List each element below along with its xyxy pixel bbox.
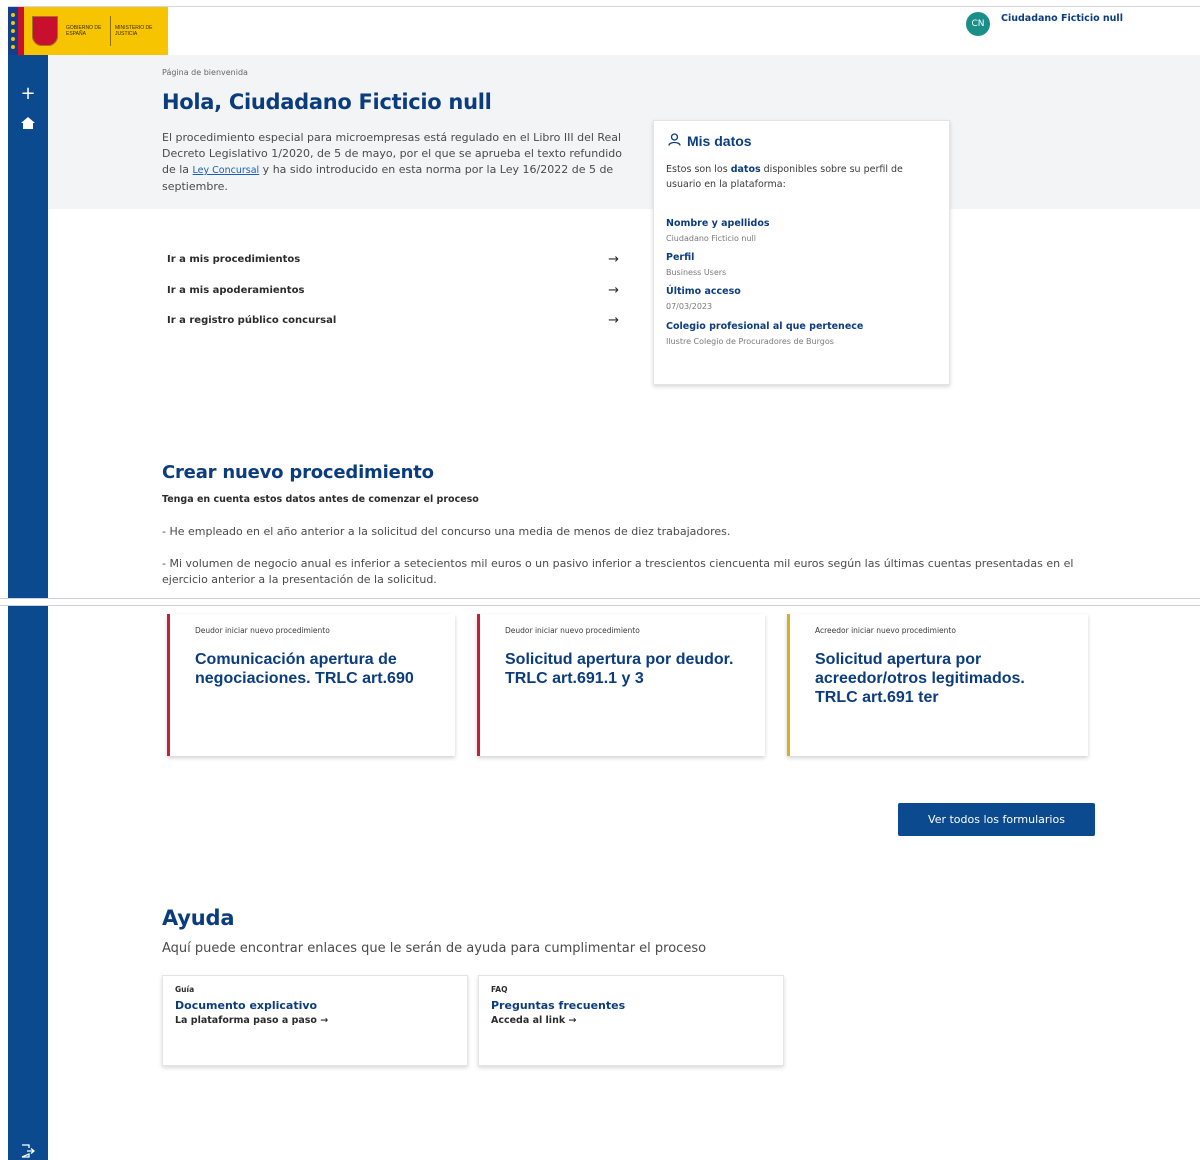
proc-card-comunicacion[interactable]: Deudor iniciar nuevo procedimiento Comun…	[167, 614, 455, 756]
link-label: Ir a mis apoderamientos	[167, 284, 305, 296]
user-icon	[668, 131, 681, 150]
field-value-ultimo-acceso: 07/03/2023	[666, 302, 713, 311]
help-card-link[interactable]: Acceda al link →	[491, 1015, 576, 1026]
ayuda-title: Ayuda	[162, 906, 235, 930]
mis-datos-title: Mis datos	[687, 132, 752, 149]
help-card-link[interactable]: La plataforma paso a paso →	[175, 1015, 328, 1026]
ver-todos-formularios-button[interactable]: Ver todos los formularios	[898, 803, 1095, 836]
logout-icon[interactable]	[21, 1144, 35, 1158]
desc-bold: datos	[730, 164, 761, 175]
field-label-nombre: Nombre y apellidos	[666, 218, 770, 229]
mis-datos-header: Mis datos	[668, 131, 752, 150]
ayuda-subtitle: Aquí puede encontrar enlaces que le será…	[162, 941, 707, 956]
link-label: Ir a mis procedimientos	[167, 253, 301, 265]
field-value-perfil: Business Users	[666, 268, 727, 277]
field-label-ultimo-acceso: Último acceso	[666, 286, 741, 297]
logo-separator	[110, 16, 111, 46]
sidebar	[8, 55, 48, 598]
plus-icon[interactable]: +	[8, 84, 48, 104]
mis-datos-card: Mis datos Estos son los datos disponible…	[653, 120, 950, 385]
arrow-right-icon: →	[608, 312, 619, 328]
arrow-right-icon: →	[608, 251, 619, 267]
link-label: Ir a registro público concursal	[167, 314, 337, 326]
link-registro-publico[interactable]: Ir a registro público concursal →	[167, 311, 619, 329]
proc-card-kind: Acreedor iniciar nuevo procedimiento	[815, 626, 956, 635]
proc-card-kind: Deudor iniciar nuevo procedimiento	[195, 626, 330, 635]
link-mis-apoderamientos[interactable]: Ir a mis apoderamientos →	[167, 281, 619, 299]
proc-card-title: Comunicación apertura de negociaciones. …	[195, 651, 414, 687]
help-card-kind: FAQ	[491, 985, 508, 994]
proc-card-solicitud-acreedor[interactable]: Acreedor iniciar nuevo procedimiento Sol…	[787, 614, 1088, 756]
requirement-2: - Mi volumen de negocio anual es inferio…	[162, 557, 1074, 586]
proc-card-title: Solicitud apertura por deudor. TRLC art.…	[505, 651, 734, 687]
help-card-faq[interactable]: FAQ Preguntas frecuentes Acceda al link …	[478, 975, 784, 1066]
field-value-nombre: Ciudadano Ficticio null	[666, 234, 756, 243]
logo-ministerio-text: MINISTERIO DE JUSTICIA	[115, 25, 153, 37]
field-label-colegio: Colegio profesional al que pertenece	[666, 321, 864, 332]
logo-gobierno-text: GOBIERNO DE ESPAÑA	[66, 25, 102, 37]
page-title: Hola, Ciudadano Ficticio null	[162, 90, 492, 114]
proc-card-title: Solicitud apertura por acreedor/otros le…	[815, 651, 1025, 706]
breadcrumb: Página de bienvenida	[162, 68, 248, 77]
link-mis-procedimientos[interactable]: Ir a mis procedimientos →	[167, 250, 619, 268]
desc-part1: Estos son los	[666, 164, 731, 175]
gobierno-logo[interactable]: GOBIERNO DE ESPAÑA MINISTERIO DE JUSTICI…	[8, 7, 168, 55]
field-label-perfil: Perfil	[666, 252, 695, 263]
proc-card-solicitud-deudor[interactable]: Deudor iniciar nuevo procedimiento Solic…	[477, 614, 765, 756]
intro-text: El procedimiento especial para microempr…	[162, 130, 632, 195]
flag-red-bar	[18, 7, 24, 55]
eu-flag-strip	[8, 7, 18, 55]
crear-procedimiento-subtitle: Tenga en cuenta estos datos antes de com…	[162, 494, 479, 505]
requirement-1: - He empleado en el año anterior a la so…	[162, 525, 731, 538]
coat-of-arms-icon	[30, 14, 60, 48]
crear-procedimiento-title: Crear nuevo procedimiento	[162, 462, 434, 483]
header-border	[8, 6, 1200, 7]
user-avatar[interactable]: CN	[966, 12, 990, 36]
user-name-link[interactable]: Ciudadano Ficticio null	[1001, 13, 1123, 24]
help-card-kind: Guía	[175, 985, 195, 994]
section-divider	[0, 598, 1200, 606]
help-card-guia[interactable]: Guía Documento explicativo La plataforma…	[162, 975, 468, 1066]
help-card-title: Preguntas frecuentes	[491, 999, 626, 1012]
mis-datos-description: Estos son los datos disponibles sobre su…	[666, 162, 941, 192]
ley-concursal-link[interactable]: Ley Concursal	[193, 165, 260, 176]
help-card-title: Documento explicativo	[175, 999, 318, 1012]
proc-card-kind: Deudor iniciar nuevo procedimiento	[505, 626, 640, 635]
home-icon[interactable]	[21, 117, 35, 129]
sidebar-lower	[8, 606, 48, 1160]
arrow-right-icon: →	[608, 282, 619, 298]
field-value-colegio: Ilustre Colegio de Procuradores de Burgo…	[666, 337, 834, 346]
